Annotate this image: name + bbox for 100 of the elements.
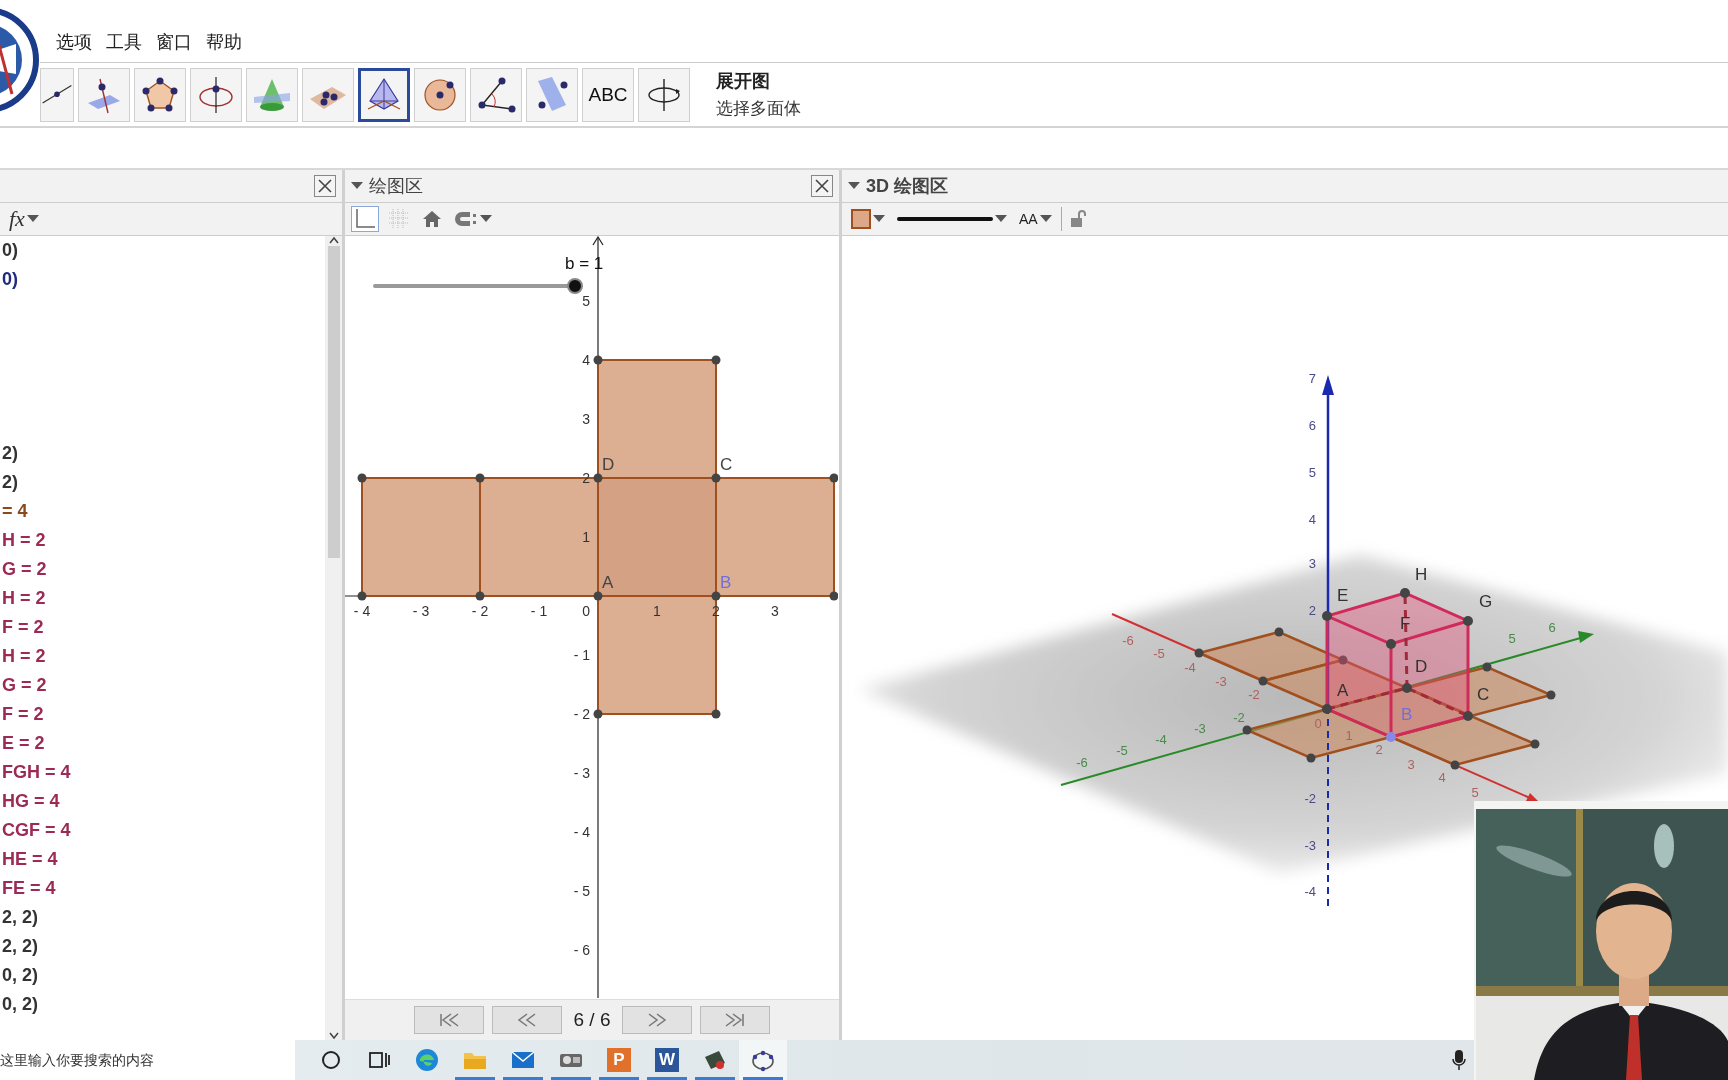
point-label: H xyxy=(1415,565,1428,584)
tool-button[interactable] xyxy=(358,67,410,122)
taskbar-app-button[interactable] xyxy=(739,1040,787,1080)
tick-label: 5 xyxy=(1308,465,1316,480)
line-style-icon xyxy=(897,216,993,222)
algebra-entry[interactable]: 2, 2) xyxy=(0,903,39,932)
point-label: A xyxy=(602,573,614,592)
caret-icon xyxy=(873,215,885,223)
browser-icon xyxy=(414,1047,440,1073)
tick-label: 6 xyxy=(1308,418,1316,433)
algebra-entry[interactable]: G = 2 xyxy=(0,671,47,700)
close-icon xyxy=(318,179,332,193)
tick-label: 5 xyxy=(582,293,590,309)
algebra-entry[interactable]: 0, 2) xyxy=(0,990,39,1019)
menu-item[interactable]: 工具 xyxy=(106,30,142,54)
algebra-entry[interactable]: HE = 4 xyxy=(0,845,58,874)
algebra-entry[interactable]: 0, 2) xyxy=(0,961,39,990)
caret-icon xyxy=(26,215,39,223)
slider[interactable] xyxy=(373,278,583,294)
tick-label: -2 xyxy=(1304,791,1316,806)
scrollbar[interactable] xyxy=(325,236,342,1040)
menu-item[interactable]: 窗口 xyxy=(156,30,192,54)
close-button[interactable] xyxy=(314,175,336,197)
algebra-entry[interactable]: H = 2 xyxy=(0,642,46,671)
caret-icon xyxy=(995,215,1007,223)
tick-label: -3 xyxy=(1215,674,1227,689)
algebra-entry[interactable]: F = 2 xyxy=(0,700,44,729)
taskbar-app-button[interactable]: W xyxy=(643,1040,691,1080)
algebra-entry[interactable]: CGF = 4 xyxy=(0,816,71,845)
point-label: D xyxy=(602,455,615,474)
tick-label: - 4 xyxy=(573,824,590,840)
input-mode-dropdown[interactable]: fx xyxy=(6,206,42,232)
tick-label: 2 xyxy=(1308,603,1316,618)
algebra-entry[interactable]: H = 2 xyxy=(0,584,46,613)
tick-label: -4 xyxy=(1155,732,1167,747)
style-button[interactable] xyxy=(351,206,379,232)
collapse-icon xyxy=(848,182,860,190)
close-button[interactable] xyxy=(811,175,833,197)
tick-label: -5 xyxy=(1153,646,1165,661)
caret-icon xyxy=(480,215,492,223)
close-icon xyxy=(815,179,829,193)
label-style-dropdown[interactable]: AA xyxy=(1016,206,1055,232)
tick-label: - 2 xyxy=(471,603,489,619)
search-field[interactable]: 这里输入你要搜索的内容 xyxy=(0,1040,295,1080)
scroll-thumb[interactable] xyxy=(327,246,340,558)
tick-label: 3 xyxy=(582,411,590,427)
tick-label: - 3 xyxy=(412,603,430,619)
tick-label: -2 xyxy=(1233,710,1245,725)
tick-label: -6 xyxy=(1122,633,1134,648)
magnet-icon xyxy=(454,209,478,229)
algebra-entry[interactable]: H = 2 xyxy=(0,526,46,555)
menu-item[interactable]: 帮助 xyxy=(206,30,242,54)
algebra-entry[interactable]: 0) xyxy=(0,265,18,294)
tick-label: -6 xyxy=(1076,755,1088,770)
point-label: B xyxy=(720,573,732,592)
grid-icon xyxy=(388,208,410,230)
tick-label: -4 xyxy=(1184,660,1196,675)
scroll-down-icon xyxy=(328,1032,339,1040)
algebra-entry[interactable]: 0) xyxy=(0,236,18,265)
home-icon xyxy=(422,209,442,229)
tick-label: 1 xyxy=(1345,728,1353,743)
algebra-entry[interactable]: F = 2 xyxy=(0,613,44,642)
tool-button[interactable]: ABC xyxy=(582,67,634,122)
tick-label: 3 xyxy=(1308,556,1316,571)
point-label: C xyxy=(720,455,733,474)
slider-thumb[interactable] xyxy=(567,278,583,294)
axes-icon xyxy=(354,208,376,230)
scroll-up-icon xyxy=(328,236,339,244)
collapse-icon xyxy=(351,182,363,190)
point-label: C xyxy=(1477,685,1490,704)
step-counter: 6 / 6 xyxy=(572,1009,612,1031)
algebra-entry[interactable]: E = 2 xyxy=(0,729,45,758)
microphone-icon[interactable] xyxy=(1452,1049,1466,1071)
algebra-entry[interactable]: = 4 xyxy=(0,497,28,526)
tick-label: 3 xyxy=(771,603,779,619)
tool-name: 展开图 xyxy=(716,70,771,93)
algebra-entry[interactable]: 2) xyxy=(0,439,18,468)
tick-label: - 1 xyxy=(530,603,548,619)
tick-label: 0 xyxy=(1314,716,1322,731)
tick-label: -5 xyxy=(1116,743,1128,758)
algebra-entry[interactable]: 2) xyxy=(0,468,18,497)
app-icon: P xyxy=(607,1048,631,1072)
tick-label: -4 xyxy=(1304,884,1316,899)
tick-label: - 5 xyxy=(573,883,590,899)
tick-label: 2 xyxy=(582,470,590,486)
tick-label: 2 xyxy=(1375,742,1383,757)
tick-label: 5 xyxy=(1508,631,1516,646)
algebra-entry[interactable]: G = 2 xyxy=(0,555,47,584)
algebra-entry[interactable]: FE = 4 xyxy=(0,874,56,903)
color-dropdown[interactable] xyxy=(848,206,888,232)
tick-label: 3 xyxy=(1407,757,1415,772)
circle-axis-icon xyxy=(196,74,236,115)
skip-forward-icon xyxy=(724,1013,747,1027)
algebra-entry[interactable]: 2, 2) xyxy=(0,932,39,961)
tick-label: 2 xyxy=(712,603,720,619)
panel-title: 3D 绘图区 xyxy=(866,175,949,198)
algebra-entry[interactable]: HG = 4 xyxy=(0,787,60,816)
algebra-entry[interactable]: FGH = 4 xyxy=(0,758,71,787)
menu-item[interactable]: 选项 xyxy=(56,30,92,54)
tick-label: 5 xyxy=(1471,785,1479,800)
